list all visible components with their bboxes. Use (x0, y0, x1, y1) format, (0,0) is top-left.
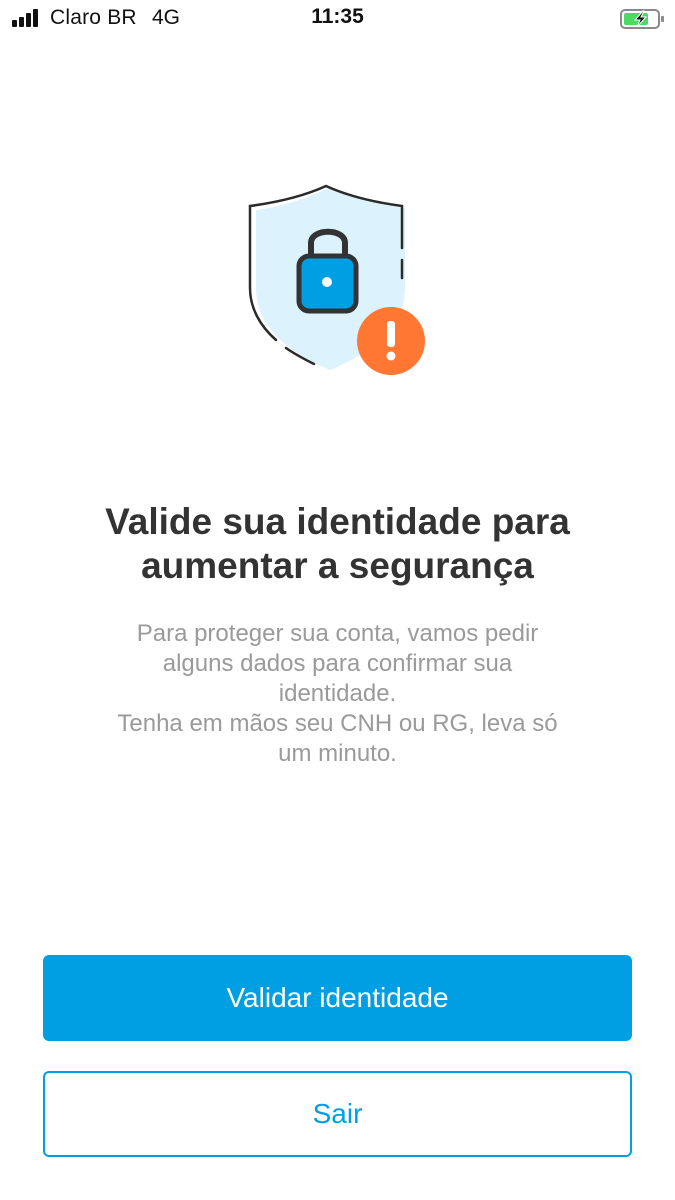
exit-button[interactable]: Sair (43, 1071, 632, 1157)
security-illustration (248, 184, 425, 375)
description-line: Tenha em mãos seu CNH ou RG, leva só (117, 710, 558, 737)
identity-validation-screen: Claro BR 4G 11:35 Valide sua identidade … (0, 0, 675, 1200)
validate-identity-button-label: Validar identidade (226, 982, 449, 1013)
page-description: Para proteger sua conta, vamos pedir alg… (70, 619, 605, 769)
description-line: Para proteger sua conta, vamos pedir (136, 620, 539, 647)
exit-button-label: Sair (312, 1098, 363, 1129)
title-line: aumentar a segurança (141, 545, 534, 586)
status-time: 11:35 (311, 5, 364, 28)
description-line: um minuto. (278, 740, 397, 767)
warning-badge-icon (357, 307, 425, 375)
status-bar: Claro BR 4G 11:35 (0, 0, 675, 40)
title-line: Valide sua identidade para (105, 501, 570, 542)
description-line: alguns dados para confirmar sua (162, 650, 513, 677)
validate-identity-button[interactable]: Validar identidade (43, 955, 632, 1041)
battery-charging-icon (620, 9, 664, 29)
page-title: Valide sua identidade para aumentar a se… (40, 500, 635, 588)
description-line: identidade. (278, 680, 397, 707)
